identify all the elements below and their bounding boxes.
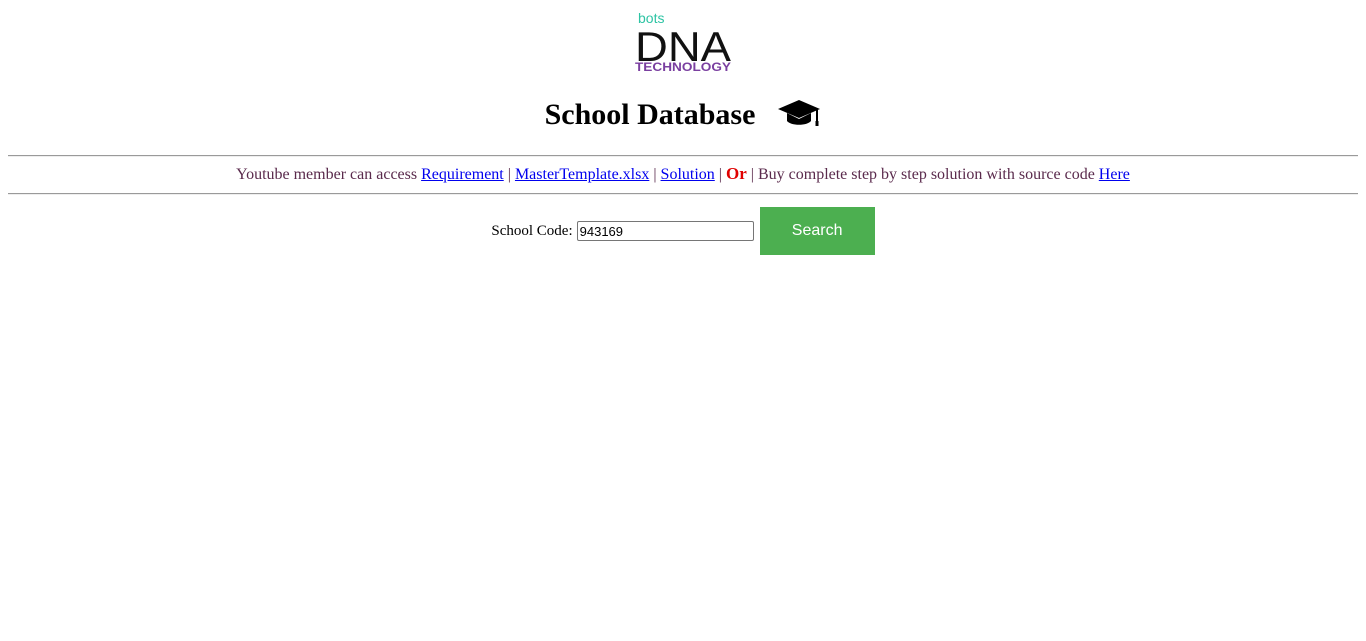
- top-divider: [8, 155, 1358, 157]
- buy-text: Buy complete step by step solution with …: [757, 166, 1095, 183]
- master-template-link[interactable]: MasterTemplate.xlsx: [515, 166, 649, 183]
- search-button[interactable]: Search: [759, 207, 875, 255]
- notice-separator: |: [507, 166, 511, 183]
- solution-link[interactable]: Solution: [661, 166, 715, 183]
- search-form: School Code: Search: [0, 207, 1366, 255]
- school-code-label: School Code:: [491, 222, 573, 239]
- access-notice: Youtube member can access Requirement | …: [0, 163, 1366, 186]
- page-title: School Database: [544, 98, 756, 131]
- bottom-divider: [8, 193, 1358, 195]
- company-logo: bots DNA TECHNOLOGY: [633, 8, 735, 76]
- graduation-cap-icon: [777, 97, 821, 129]
- logo-bottom-text: TECHNOLOGY: [635, 62, 731, 74]
- notice-separator: |: [653, 166, 657, 183]
- page: bots DNA TECHNOLOGY School Database Yout…: [0, 0, 1366, 641]
- header: School Database: [0, 95, 1366, 135]
- or-text: Or: [725, 164, 747, 183]
- here-link[interactable]: Here: [1099, 166, 1130, 183]
- logo-mask: [633, 24, 735, 30]
- school-code-input[interactable]: [576, 221, 754, 241]
- notice-separator: |: [750, 166, 754, 183]
- notice-prefix: Youtube member can access: [236, 166, 418, 183]
- notice-separator: |: [718, 166, 722, 183]
- requirement-link[interactable]: Requirement: [421, 166, 504, 183]
- logo-graphic: bots DNA TECHNOLOGY: [633, 10, 735, 74]
